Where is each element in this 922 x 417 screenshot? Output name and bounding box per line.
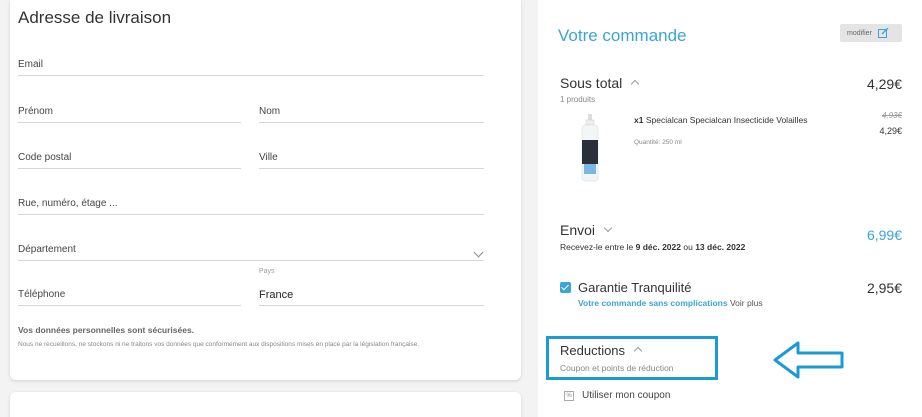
privacy-title: Vos données personnelles sont sécurisées… <box>18 325 195 335</box>
coupon-icon: % <box>564 390 574 401</box>
subtotal-price: 4,29€ <box>866 76 902 92</box>
order-summary-panel: Votre commande modifier Sous total 4,29€… <box>538 0 922 417</box>
product-old-price: 4,93€ <box>881 111 902 120</box>
email-field[interactable]: Email <box>18 52 484 76</box>
delivery-to: 13 déc. 2022 <box>695 242 746 252</box>
modify-button[interactable]: modifier <box>840 24 902 42</box>
postal-code-field[interactable]: Code postal <box>18 145 241 169</box>
guarantee-label: Garantie Tranquilité <box>578 280 692 295</box>
chevron-up-icon <box>633 346 643 356</box>
guarantee-price: 2,95€ <box>866 280 902 296</box>
postal-code-label: Code postal <box>18 152 72 163</box>
chevron-down-icon <box>603 223 613 233</box>
lastname-field[interactable]: Nom <box>259 99 484 123</box>
guarantee-subtext: Votre commande sans complications Voir p… <box>578 298 763 308</box>
coupon-label: Utiliser mon coupon <box>582 390 671 401</box>
reductions-label: Reductions <box>560 343 626 358</box>
lastname-label: Nom <box>259 106 281 117</box>
reductions-subtext: Coupon et points de réduction <box>560 363 674 373</box>
delivery-estimate: Recevez-le entre le 9 déc. 2022 ou 13 dé… <box>560 242 745 252</box>
department-label: Département <box>18 244 76 255</box>
street-label: Rue, numéro, étage ... <box>18 198 118 209</box>
firstname-label: Prénom <box>18 106 54 117</box>
left-arrow-icon <box>773 341 844 379</box>
country-label: Pays <box>259 268 275 275</box>
chevron-up-icon <box>631 79 640 89</box>
use-coupon-button[interactable]: % Utiliser mon coupon <box>564 390 670 401</box>
subtotal-count: 1 produits <box>560 95 596 104</box>
product-title: Specialcan Specialcan Insecticide Volail… <box>645 115 808 125</box>
delivery-prefix: Recevez-le entre le <box>560 242 634 252</box>
guarantee-description: Votre commande sans complications <box>578 298 728 308</box>
city-field[interactable]: Ville <box>259 145 484 169</box>
country-value: France <box>259 289 294 301</box>
delivery-and: ou <box>683 242 693 252</box>
guarantee-checkbox[interactable] <box>560 282 571 293</box>
firstname-field[interactable]: Prénom <box>18 99 241 123</box>
subtotal-label: Sous total <box>560 75 623 91</box>
product-price: 4,29€ <box>879 126 902 136</box>
chevron-down-icon <box>473 247 484 258</box>
shipping-label: Envoi <box>560 222 596 238</box>
shipping-title: Adresse de livraison <box>18 8 172 27</box>
phone-label: Téléphone <box>18 289 66 300</box>
product-qty-prefix: x1 <box>634 115 644 125</box>
modify-label: modifier <box>847 29 872 37</box>
phone-field[interactable]: Téléphone <box>18 282 241 306</box>
department-select[interactable]: Département <box>18 237 484 261</box>
shipping-price: 6,99€ <box>866 227 902 243</box>
privacy-text: Nous ne recueillons, ne stockons ni ne t… <box>18 341 420 348</box>
see-more-link[interactable]: Voir plus <box>730 298 763 308</box>
city-label: Ville <box>259 152 278 163</box>
email-label: Email <box>18 59 44 70</box>
subtotal-toggle[interactable]: Sous total <box>560 75 640 91</box>
edit-icon <box>877 28 889 38</box>
shipping-toggle[interactable]: Envoi <box>560 222 613 238</box>
product-name: x1 Specialcan Specialcan Insecticide Vol… <box>634 114 814 127</box>
product-quantity: Quantité: 250 ml <box>634 139 682 146</box>
reductions-toggle[interactable]: Reductions <box>560 343 643 358</box>
next-card <box>10 392 521 417</box>
product-image <box>581 114 599 182</box>
shipping-address-card: Adresse de livraison Email Prénom Nom Co… <box>10 0 521 380</box>
country-field[interactable]: Pays France <box>259 268 484 306</box>
street-field[interactable]: Rue, numéro, étage ... <box>18 191 484 215</box>
order-title: Votre commande <box>558 26 687 45</box>
delivery-from: 9 déc. 2022 <box>635 242 681 252</box>
